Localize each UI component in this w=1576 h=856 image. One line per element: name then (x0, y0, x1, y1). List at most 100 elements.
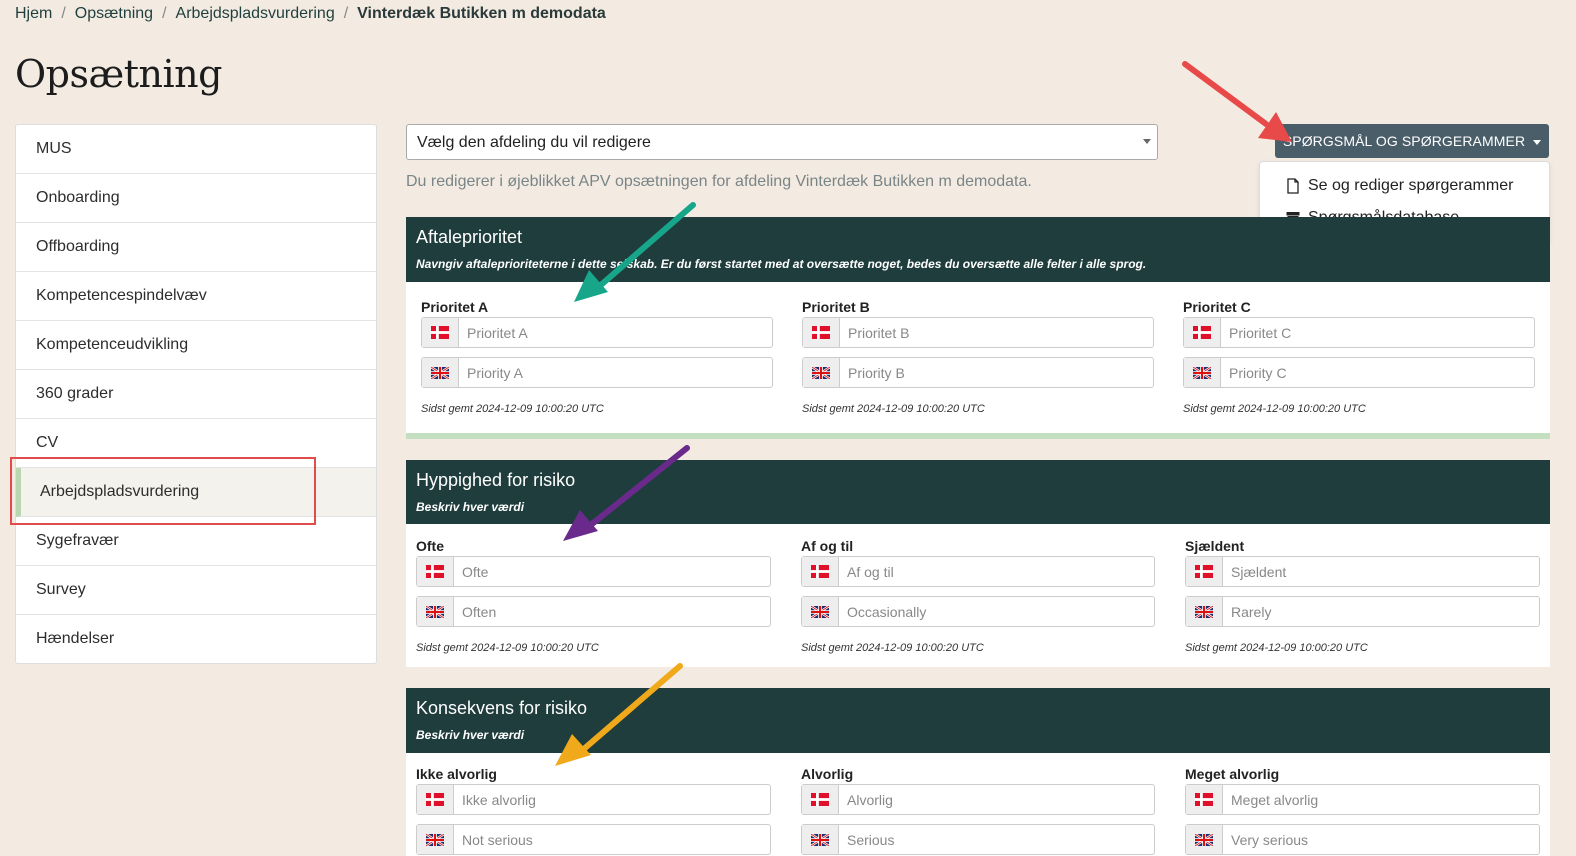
uk-flag-icon (802, 825, 839, 854)
frequency-sometimes-column: Af og til Sidst gemt 2024-12-09 10:00:20… (801, 538, 1155, 654)
uk-flag-icon (1186, 825, 1223, 854)
english-input-group (802, 357, 1154, 388)
uk-flag-icon (1186, 597, 1223, 626)
danish-input-group (801, 556, 1155, 587)
breadcrumb-current: Vinterdæk Butikken m demodata (357, 5, 606, 22)
sometimes-en-input[interactable] (839, 597, 1154, 626)
breadcrumb: Hjem / Opsætning / Arbejdspladsvurdering… (15, 5, 606, 23)
file-icon (1287, 178, 1299, 194)
english-input-group (1185, 596, 1540, 627)
danish-input-group (801, 784, 1155, 815)
priority-a-da-input[interactable] (459, 318, 772, 347)
card-subtitle: Navngiv aftaleprioriteterne i dette sels… (416, 257, 1147, 271)
card-subtitle: Beskriv hver værdi (416, 500, 525, 514)
field-label: Alvorlig (801, 766, 854, 782)
serious-en-input[interactable] (839, 825, 1154, 854)
not-serious-en-input[interactable] (454, 825, 770, 854)
english-input-group (416, 596, 771, 627)
often-da-input[interactable] (454, 557, 770, 586)
english-input-group (421, 357, 773, 388)
english-input-group (1185, 824, 1540, 855)
frequency-often-column: Ofte Sidst gemt 2024-12-09 10:00:20 UTC (416, 538, 771, 654)
serious-da-input[interactable] (839, 785, 1154, 814)
uk-flag-icon (1184, 358, 1221, 387)
field-label: Prioritet B (802, 299, 870, 315)
card-header: Aftaleprioritet Navngiv aftaleprioritete… (406, 217, 1550, 282)
priority-c-column: Prioritet C Sidst gemt 2024-12-09 10:00:… (1183, 299, 1535, 415)
department-select[interactable]: Vælg den afdeling du vil redigere (406, 124, 1158, 160)
menu-item-edit-frameworks[interactable]: Se og rediger spørgerammer (1286, 177, 1513, 195)
priority-a-en-input[interactable] (459, 358, 772, 387)
breadcrumb-home[interactable]: Hjem (15, 5, 52, 23)
danish-flag-icon (1186, 557, 1223, 586)
field-label: Prioritet A (421, 299, 489, 315)
sidebar-item-kompetencespindelvaev[interactable]: Kompetencespindelvæv (16, 272, 376, 321)
questions-dropdown-label: SPØRGSMÅL OG SPØRGERAMMER (1282, 133, 1526, 149)
breadcrumb-separator: / (61, 5, 66, 22)
card-konsekvens: Konsekvens for risiko Beskriv hver værdi… (406, 688, 1550, 856)
rarely-da-input[interactable] (1223, 557, 1539, 586)
danish-flag-icon (802, 557, 839, 586)
caret-down-icon (1533, 139, 1542, 145)
breadcrumb-separator: / (162, 5, 167, 22)
info-text: Du redigerer i øjeblikket APV opsætninge… (406, 173, 1032, 190)
card-title: Konsekvens for risiko (416, 698, 588, 718)
danish-input-group (1185, 784, 1540, 815)
often-en-input[interactable] (454, 597, 770, 626)
sidebar-item-survey[interactable]: Survey (16, 566, 376, 615)
breadcrumb-setup[interactable]: Opsætning (75, 5, 153, 23)
field-label: Ikke alvorlig (416, 766, 497, 782)
english-input-group (1183, 357, 1535, 388)
sidebar-item-onboarding[interactable]: Onboarding (16, 174, 376, 223)
rarely-en-input[interactable] (1223, 597, 1539, 626)
danish-flag-icon (802, 785, 839, 814)
consequence-serious-column: Alvorlig (801, 766, 1155, 855)
card-aftaleprioritet: Aftaleprioritet Navngiv aftaleprioritete… (406, 217, 1550, 434)
priority-b-en-input[interactable] (840, 358, 1153, 387)
card-hyppighed: Hyppighed for risiko Beskriv hver værdi … (406, 460, 1550, 667)
last-saved-text: Sidst gemt 2024-12-09 10:00:20 UTC (801, 642, 984, 654)
danish-input-group (802, 317, 1154, 348)
field-label: Af og til (801, 538, 854, 554)
breadcrumb-apv[interactable]: Arbejdspladsvurdering (176, 5, 335, 23)
saved-indicator-bar (406, 433, 1550, 439)
priority-c-en-input[interactable] (1221, 358, 1534, 387)
sidebar-item-360-grader[interactable]: 360 grader (16, 370, 376, 419)
uk-flag-icon (417, 825, 454, 854)
card-title: Hyppighed for risiko (416, 470, 576, 490)
danish-input-group (1185, 556, 1540, 587)
english-input-group (801, 824, 1155, 855)
sometimes-da-input[interactable] (839, 557, 1154, 586)
uk-flag-icon (803, 358, 840, 387)
last-saved-text: Sidst gemt 2024-12-09 10:00:20 UTC (1185, 642, 1368, 654)
sidebar-item-cv[interactable]: CV (16, 419, 376, 468)
priority-c-da-input[interactable] (1221, 318, 1534, 347)
priority-a-column: Prioritet A Sidst gemt 2024-12-09 10:00:… (421, 299, 773, 415)
sidebar-item-haendelser[interactable]: Hændelser (16, 615, 376, 663)
sidebar-item-offboarding[interactable]: Offboarding (16, 223, 376, 272)
last-saved-text: Sidst gemt 2024-12-09 10:00:20 UTC (1183, 403, 1366, 415)
field-label: Meget alvorlig (1185, 766, 1280, 782)
not-serious-da-input[interactable] (454, 785, 770, 814)
danish-input-group (416, 784, 771, 815)
danish-flag-icon (422, 318, 459, 347)
sidebar-item-arbejdspladsvurdering[interactable]: Arbejdspladsvurdering (16, 468, 376, 517)
very-serious-en-input[interactable] (1223, 825, 1539, 854)
english-input-group (801, 596, 1155, 627)
uk-flag-icon (417, 597, 454, 626)
field-label: Ofte (416, 538, 444, 554)
very-serious-da-input[interactable] (1223, 785, 1539, 814)
last-saved-text: Sidst gemt 2024-12-09 10:00:20 UTC (421, 403, 604, 415)
sidebar-item-mus[interactable]: MUS (16, 125, 376, 174)
sidebar-item-kompetenceudvikling[interactable]: Kompetenceudvikling (16, 321, 376, 370)
sidebar-item-sygefravaer[interactable]: Sygefravær (16, 517, 376, 566)
danish-input-group (421, 317, 773, 348)
last-saved-text: Sidst gemt 2024-12-09 10:00:20 UTC (416, 642, 599, 654)
questions-dropdown-button[interactable]: SPØRGSMÅL OG SPØRGERAMMER (1275, 124, 1549, 158)
card-header: Konsekvens for risiko Beskriv hver værdi (406, 688, 1550, 753)
department-select-value: Vælg den afdeling du vil redigere (417, 134, 651, 151)
last-saved-text: Sidst gemt 2024-12-09 10:00:20 UTC (802, 403, 985, 415)
english-input-group (416, 824, 771, 855)
field-label: Prioritet C (1183, 299, 1251, 315)
priority-b-da-input[interactable] (840, 318, 1153, 347)
